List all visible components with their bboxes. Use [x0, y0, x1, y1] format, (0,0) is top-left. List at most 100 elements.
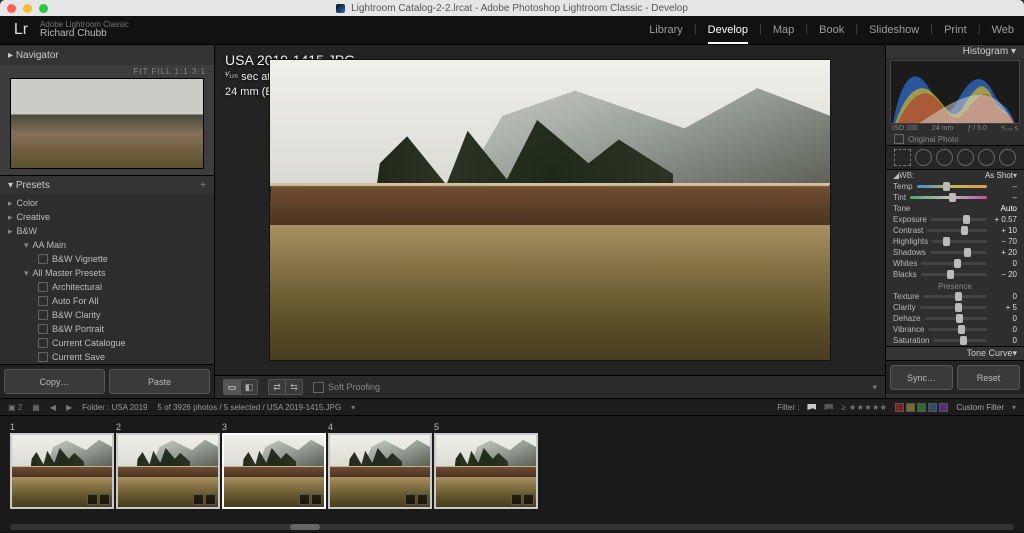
copy-button[interactable]: Copy… — [4, 369, 105, 394]
preset-architectural[interactable]: Architectural — [0, 280, 214, 294]
filter-label: Filter : — [777, 403, 799, 412]
presets-header[interactable]: ▾ Presets + — [0, 175, 214, 194]
soft-proofing-toggle[interactable]: Soft Proofing — [313, 382, 380, 393]
filmstrip-cell-3[interactable]: 3 — [222, 422, 322, 509]
grid-view-icon[interactable]: ▦ — [32, 403, 40, 412]
radial-filter-icon[interactable] — [978, 149, 995, 166]
graduated-filter-icon[interactable] — [957, 149, 974, 166]
module-map[interactable]: Map — [773, 23, 794, 37]
wb-mode-dropdown[interactable]: As Shot — [985, 171, 1013, 180]
preset-creative[interactable]: ▸Creative — [0, 210, 214, 224]
saturation-slider-row[interactable]: Saturation0 — [886, 335, 1024, 346]
soft-proofing-checkbox[interactable] — [313, 382, 324, 393]
soft-proofing-label: Soft Proofing — [328, 382, 380, 392]
navigator-title: Navigator — [16, 50, 59, 61]
filmstrip-index: 2 — [116, 422, 216, 432]
filmstrip-cell-4[interactable]: 4 — [328, 422, 428, 509]
preset-color[interactable]: ▸Color — [0, 196, 214, 210]
reset-button[interactable]: Reset — [957, 365, 1020, 390]
filter-lock-icon[interactable]: ▾ — [1012, 403, 1016, 412]
preset-current-catalogue[interactable]: Current Catalogue — [0, 336, 214, 350]
breadcrumb-dropdown-icon[interactable]: ▾ — [351, 403, 355, 412]
filmstrip-cell-2[interactable]: 2 — [116, 422, 216, 509]
preset-b-w[interactable]: ▸B&W — [0, 224, 214, 238]
scrollbar-thumb[interactable] — [290, 524, 320, 530]
flag-pick-icon[interactable] — [807, 404, 816, 410]
crop-tool-icon[interactable] — [894, 149, 911, 166]
navigator-thumbnail[interactable] — [10, 78, 204, 169]
copy-settings-button[interactable]: ⇆ — [285, 380, 302, 394]
dropdown-icon[interactable]: ▾ — [1013, 171, 1017, 180]
spot-removal-tool-icon[interactable] — [915, 149, 932, 166]
preset-b-w-portrait[interactable]: B&W Portrait — [0, 322, 214, 336]
brush-tool-icon[interactable] — [999, 149, 1016, 166]
main-photo — [270, 60, 830, 360]
filmstrip-thumb[interactable] — [222, 433, 326, 509]
preset-auto-for-all[interactable]: Auto For All — [0, 294, 214, 308]
paste-button[interactable]: Paste — [109, 369, 210, 394]
module-print[interactable]: Print — [944, 23, 967, 37]
preset-all-master-presets[interactable]: ▾All Master Presets — [0, 266, 214, 280]
histogram[interactable] — [890, 60, 1020, 124]
forward-icon[interactable]: ▶ — [66, 403, 72, 412]
dehaze-slider-row[interactable]: Dehaze0 — [886, 313, 1024, 324]
module-slideshow[interactable]: Slideshow — [869, 23, 919, 37]
texture-slider-row[interactable]: Texture0 — [886, 291, 1024, 302]
rating-filter[interactable]: ≥ ★★★★★ — [841, 403, 887, 412]
clarity-slider-row[interactable]: Clarity+ 5 — [886, 302, 1024, 313]
copy-paste-bar: Copy… Paste — [0, 364, 214, 398]
swap-button[interactable]: ⇄ — [269, 380, 285, 394]
right-panels: Histogram ▾ ISO 100 24 mm ƒ / 5.0 ¹⁄₁₂₅ … — [885, 45, 1024, 398]
filmstrip-thumb[interactable] — [434, 433, 538, 509]
preset-b-w-vignette[interactable]: B&W Vignette — [0, 252, 214, 266]
filmstrip-scrollbar[interactable] — [10, 524, 1014, 530]
before-after-button[interactable]: ◧ — [240, 380, 257, 394]
blacks-slider-row[interactable]: Blacks− 20 — [886, 269, 1024, 280]
module-book[interactable]: Book — [819, 23, 844, 37]
toolbar-menu-icon[interactable]: ▾ — [872, 382, 877, 393]
image-canvas[interactable]: USA 2019-1415.JPG ¹⁄₁₂₅ sec at ƒ / 5.0, … — [215, 45, 885, 375]
exposure-slider-row[interactable]: Exposure+ 0.57 — [886, 214, 1024, 225]
flag-reject-icon[interactable] — [824, 404, 833, 410]
navigator-panel: ▸ Navigator FIT FILL 1:1 3:1 — [0, 45, 214, 175]
custom-filter-dropdown[interactable]: Custom Filter — [956, 403, 1004, 412]
whites-slider-row[interactable]: Whites0 — [886, 258, 1024, 269]
window-title: Lightroom Catalog-2-2.lrcat - Adobe Phot… — [351, 3, 688, 14]
module-library[interactable]: Library — [649, 23, 683, 37]
filmstrip[interactable]: 12345 — [0, 415, 1024, 532]
module-web[interactable]: Web — [992, 23, 1014, 37]
filmstrip-thumb[interactable] — [116, 433, 220, 509]
preset-b-w-clarity[interactable]: B&W Clarity — [0, 308, 214, 322]
back-icon[interactable]: ◀ — [50, 403, 56, 412]
contrast-slider-row[interactable]: Contrast+ 10 — [886, 225, 1024, 236]
highlights-slider-row[interactable]: Highlights− 70 — [886, 236, 1024, 247]
sync-button[interactable]: Sync… — [890, 365, 953, 390]
original-photo-toggle[interactable]: Original Photo — [886, 133, 1024, 145]
shadows-slider-row[interactable]: Shadows+ 20 — [886, 247, 1024, 258]
histogram-meta: ISO 100 24 mm ƒ / 5.0 ¹⁄₁₂₅ s — [886, 124, 1024, 133]
filmstrip-thumb[interactable] — [10, 433, 114, 509]
filmstrip-cell-5[interactable]: 5 — [434, 422, 534, 509]
tone-curve-header[interactable]: Tone Curve ▾ — [886, 346, 1024, 360]
auto-tone-button[interactable]: Auto — [1001, 204, 1017, 213]
left-panels: ▸ Navigator FIT FILL 1:1 3:1 ▾ Presets +… — [0, 45, 215, 398]
filmstrip-cell-1[interactable]: 1 — [10, 422, 110, 509]
tint-slider-row[interactable]: Tint – — [886, 192, 1024, 203]
redeye-tool-icon[interactable] — [936, 149, 953, 166]
filmstrip-index: 4 — [328, 422, 428, 432]
vibrance-slider-row[interactable]: Vibrance0 — [886, 324, 1024, 335]
user-name: Richard Chubb — [40, 29, 129, 40]
loupe-view-button[interactable]: ▭ — [224, 380, 240, 394]
preset-current-save[interactable]: Current Save — [0, 350, 214, 364]
color-label-filter[interactable] — [895, 403, 948, 412]
macos-titlebar: Lightroom Catalog-2-2.lrcat - Adobe Phot… — [0, 0, 1024, 16]
add-preset-icon[interactable]: + — [200, 180, 206, 191]
module-develop[interactable]: Develop — [708, 23, 748, 37]
filmstrip-thumb[interactable] — [328, 433, 432, 509]
preset-aa-main[interactable]: ▾AA Main — [0, 238, 214, 252]
navigator-zoom-modes[interactable]: FIT FILL 1:1 3:1 — [0, 65, 214, 78]
folder-path[interactable]: Folder : USA 2019 — [82, 403, 147, 412]
temp-slider-row[interactable]: Temp – — [886, 181, 1024, 192]
second-window-icon[interactable]: ▣ 2 — [8, 403, 22, 412]
histogram-header[interactable]: Histogram ▾ — [886, 45, 1024, 58]
